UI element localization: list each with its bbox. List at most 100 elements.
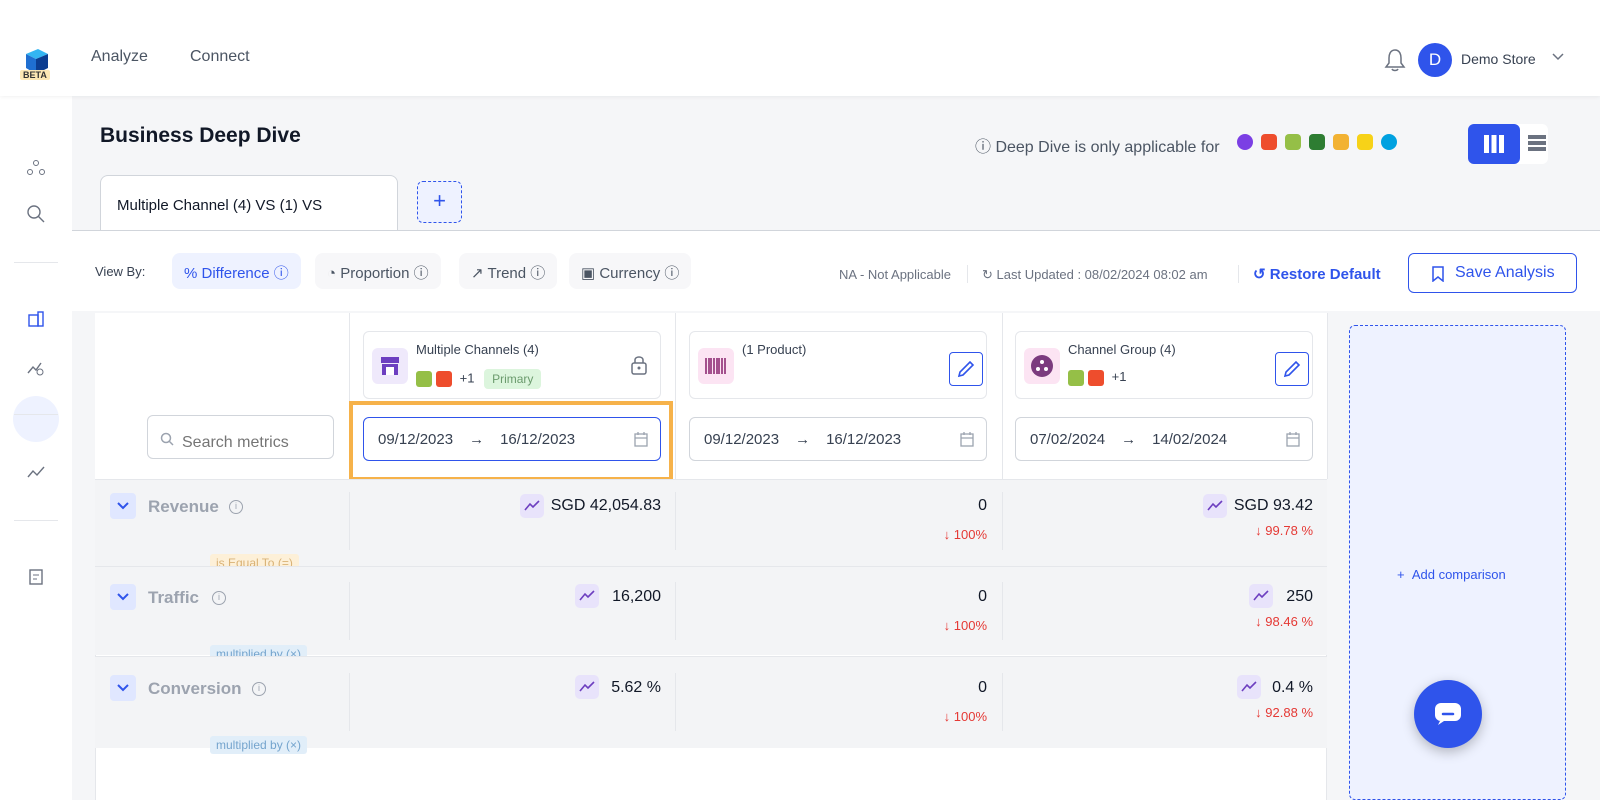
column-divider [1327,313,1328,479]
date-range-picker-3[interactable]: 07/02/2024 → 14/02/2024 [1015,417,1313,461]
chevron-down-icon [117,684,129,692]
info-icon[interactable]: i [252,682,266,696]
edit-channel-group-button[interactable] [1275,352,1309,386]
change-value: 100% [953,709,987,724]
search-metrics-input[interactable] [147,415,334,459]
change-percent: ↓ 98.46 % [1255,614,1313,629]
sidebar-divider [14,262,58,263]
platform-icon [1381,134,1397,150]
channel-group-chips: +1 [1068,369,1126,389]
add-comparison-button[interactable]: + Add comparison [1397,567,1506,582]
change-percent: ↓ 100% [943,527,987,542]
pencil-icon [957,360,975,378]
metric-value: 0.4 % [1272,679,1313,696]
metric-value: SGD 42,054.83 [550,497,661,514]
expand-conversion-button[interactable] [110,675,136,701]
store-glyph [381,357,399,375]
business-icon[interactable] [26,309,46,329]
operator-badge: multiplied by (×) [210,736,308,754]
product-card: (1 Product) [689,331,987,399]
more-count: +1 [1111,369,1127,384]
edit-product-button[interactable] [949,352,983,386]
nodes-icon[interactable] [26,158,46,178]
column-view-button[interactable] [1468,124,1520,164]
group-glyph [1031,355,1053,377]
shopee-icon [1088,369,1104,386]
cell-divider [1002,582,1003,640]
end-date: 14/02/2024 [1152,431,1228,448]
nav-analyze[interactable]: Analyze [91,48,148,66]
save-analysis-button[interactable]: Save Analysis [1408,253,1577,293]
store-icon [372,348,408,384]
tab-comparison[interactable]: Multiple Channel (4) VS (1) VS [100,175,398,231]
report-icon[interactable] [26,567,46,587]
chat-button[interactable] [1414,680,1482,748]
expand-traffic-button[interactable] [110,584,136,610]
columns-icon [1484,135,1504,153]
expand-revenue-button[interactable] [110,493,136,519]
trend-icon[interactable] [26,462,46,482]
restore-default-button[interactable]: ↺ Restore Default [1253,265,1381,283]
view-toggle [1468,124,1548,164]
store-name[interactable]: Demo Store [1461,51,1536,67]
metric-label: Traffic [148,588,200,607]
chevron-down-icon [117,502,129,510]
info-icon[interactable]: i [212,591,226,605]
highlight-box [349,401,673,481]
change-value: 99.78 % [1265,523,1313,538]
start-date: 09/12/2023 [704,431,780,448]
date-range-picker-2[interactable]: 09/12/2023 → 16/12/2023 [689,417,987,461]
metric-value: 16,200 [612,588,661,605]
lock-icon [631,356,647,375]
change-percent: ↓ 92.88 % [1255,705,1313,720]
product-name: (1 Product) [742,342,807,357]
nav-connect[interactable]: Connect [190,48,250,66]
info-icon[interactable]: i [229,500,243,514]
cell-divider [1002,673,1003,731]
search-analytics-icon[interactable] [26,204,46,224]
cell-divider [675,492,676,550]
platform-icon [1237,134,1253,150]
search-icon [160,432,174,446]
cell-divider [675,582,676,640]
platform-icon [1261,134,1277,150]
last-updated-text: Last Updated : 08/02/2024 08:02 am [996,267,1208,282]
metric-row-conversion [95,656,1327,748]
deep-dive-note-text: Deep Dive is only applicable for [995,139,1220,156]
trend-chart-icon[interactable] [575,584,599,608]
shopee-icon [436,371,452,387]
sidebar [0,96,72,800]
shopify-icon [416,371,432,387]
cell-divider [1002,492,1003,550]
metric-value: SGD 93.42 [1233,497,1313,514]
arrow: → [1121,431,1137,448]
sidebar-divider [14,414,58,415]
avatar[interactable]: D [1418,43,1452,77]
list-view-icon[interactable] [1528,134,1546,152]
view-trend-label: Trend [487,265,527,282]
deep-dive-note: ⓘ Deep Dive is only applicable for [975,139,1220,156]
view-currency-button[interactable]: ▣ Currency ⓘ [569,253,692,289]
bell-icon[interactable] [1384,48,1406,72]
page-title: Business Deep Dive [100,124,301,147]
trend-chart-icon[interactable] [575,675,599,699]
view-difference-button[interactable]: % Difference ⓘ [172,253,301,289]
calendar-icon [1286,432,1300,447]
chat-icon [1435,703,1461,725]
change-value: 98.46 % [1265,614,1313,629]
trend-search-icon[interactable] [26,358,46,378]
view-difference-label: % Difference [184,265,270,282]
view-trend-button[interactable]: ↗ Trend ⓘ [459,253,558,289]
end-date: 16/12/2023 [826,431,902,448]
sidebar-active-bg [13,396,59,442]
last-updated: ↻ Last Updated : 08/02/2024 08:02 am [982,267,1208,282]
metric-row-traffic [95,566,1327,655]
save-icon [1432,266,1444,282]
shopify-icon [1068,369,1084,386]
view-proportion-button[interactable]: ◔ Proportion ⓘ [315,253,441,289]
column-divider [1002,313,1003,479]
chevron-down-icon[interactable] [1551,52,1565,62]
add-tab-button[interactable]: + [417,181,462,223]
more-count: +1 [459,370,475,386]
top-bar: BETA Analyze Connect D Demo Store [0,0,1600,96]
